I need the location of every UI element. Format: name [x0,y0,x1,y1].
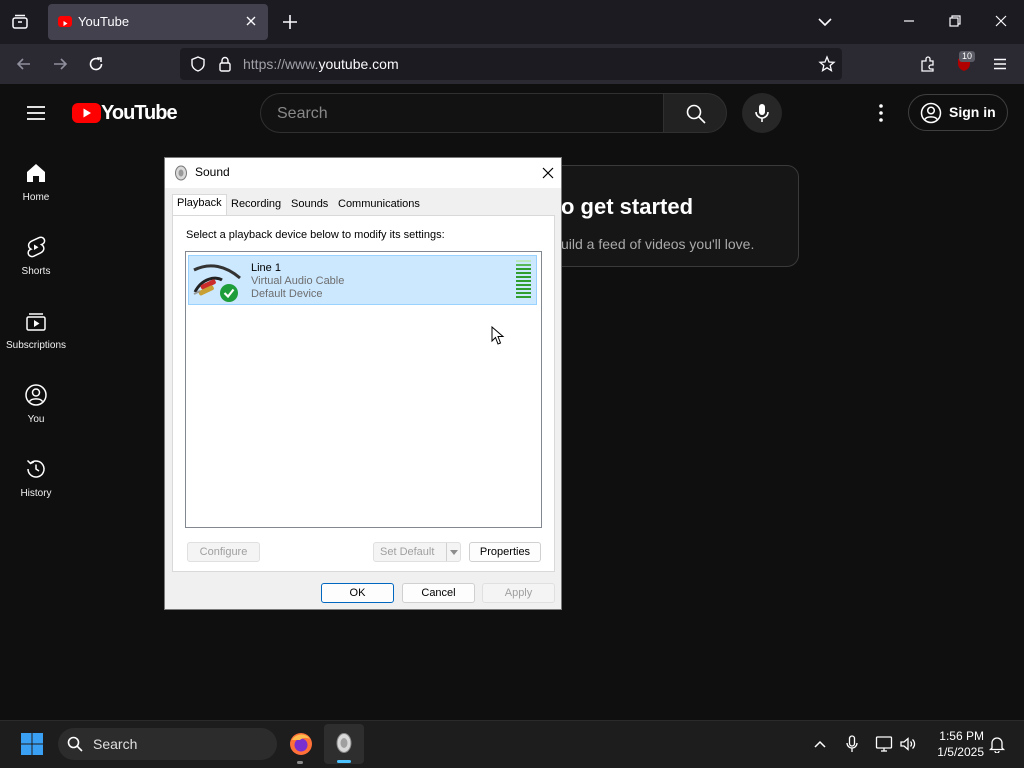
dialog-close-icon[interactable] [541,166,555,180]
sidebar-item-label: History [20,488,52,499]
forward-icon[interactable] [51,55,69,73]
network-icon[interactable] [875,735,893,753]
dialog-titlebar[interactable]: Sound [165,158,561,188]
browser-tab-bar: YouTube [0,0,1024,44]
account-icon [920,102,942,124]
device-list[interactable]: Line 1 Virtual Audio Cable Default Devic… [185,251,542,528]
mouse-cursor-icon [491,325,505,346]
youtube-search-box[interactable]: Search [260,93,663,133]
extensions-icon[interactable] [919,55,937,73]
app-menu-icon[interactable] [991,55,1009,73]
youtube-favicon-icon [58,16,72,27]
sidebar-item-shorts[interactable]: Shorts [0,232,72,306]
tab-title: YouTube [78,14,130,29]
microphone-icon [753,102,771,124]
device-description: Virtual Audio Cable [251,275,345,287]
taskbar-search-label: Search [93,736,138,752]
restore-icon[interactable] [948,14,962,28]
minimize-icon[interactable] [902,14,916,28]
sound-dialog: Sound Playback Recording Sounds Communic… [164,157,562,610]
tab-playback[interactable]: Playback [172,194,227,216]
bookmark-star-icon[interactable] [818,55,836,73]
clock-date[interactable]: 1/5/2025 [928,745,984,759]
audio-cable-icon [192,260,242,304]
cancel-button[interactable]: Cancel [402,583,475,603]
volume-meter [516,260,531,300]
url-text: https://www.youtube.com [243,56,399,72]
properties-button[interactable]: Properties [469,542,541,562]
list-all-tabs-icon[interactable] [817,14,833,30]
sidebar-item-label: Shorts [21,266,51,277]
sign-in-button[interactable]: Sign in [908,94,1008,131]
youtube-logo-text: YouTube [101,102,178,124]
voice-search-button[interactable] [742,93,782,133]
youtube-logo[interactable]: YouTube [72,102,178,126]
show-hidden-icons-chevron-icon[interactable] [812,736,828,752]
reload-icon[interactable] [87,55,105,73]
sidebar-item-subscriptions[interactable]: Subscriptions [0,306,72,380]
card-title: o get started [561,194,694,219]
tab-overview-icon[interactable] [10,12,30,32]
sound-active-indicator [337,760,351,763]
device-row-line-1[interactable]: Line 1 Virtual Audio Cable Default Devic… [188,255,537,305]
sign-in-label: Sign in [949,104,996,120]
set-default-button[interactable]: Set Default [373,542,461,562]
device-name: Line 1 [251,262,281,274]
instruction-text: Select a playback device below to modify… [186,229,445,241]
youtube-play-icon [72,103,101,123]
firefox-taskbar-icon[interactable] [288,731,314,757]
subscriptions-icon [24,309,48,333]
sidebar-item-history[interactable]: History [0,454,72,528]
sidebar-item-label: Subscriptions [5,340,67,351]
windows-start-icon[interactable] [20,732,44,756]
set-default-dropdown-icon[interactable] [446,543,460,561]
sidebar-item-label: Home [22,192,50,203]
search-input[interactable]: Search [277,105,328,123]
get-started-card: o get started uild a feed of videos you'… [540,165,799,267]
volume-icon[interactable] [899,735,917,753]
firefox-running-indicator [297,761,303,764]
sidebar-item-home[interactable]: Home [0,158,72,232]
back-icon[interactable] [15,55,33,73]
set-default-label: Set Default [380,546,435,558]
card-subtitle: uild a feed of videos you'll love. [561,236,755,252]
guide-menu-icon[interactable] [25,102,47,124]
ok-button[interactable]: OK [321,583,394,603]
history-icon [24,457,48,481]
shorts-icon [24,235,48,259]
tab-communications[interactable]: Communications [334,196,424,216]
search-icon [685,103,707,125]
you-icon [24,383,48,407]
device-status: Default Device [251,288,323,300]
youtube-search-button[interactable] [663,93,727,133]
sidebar-item-label: You [27,414,45,425]
tab-sounds[interactable]: Sounds [287,196,332,216]
dialog-title: Sound [195,165,230,179]
more-options-icon[interactable] [874,102,888,124]
search-icon [67,736,83,752]
tab-recording[interactable]: Recording [227,196,285,216]
url-domain: youtube.com [318,56,399,72]
taskbar-search-box[interactable]: Search [58,728,277,760]
browser-tab-youtube[interactable]: YouTube [48,4,268,40]
home-icon [24,161,48,185]
microphone-icon[interactable] [844,735,860,753]
speaker-app-icon [335,732,353,754]
close-window-icon[interactable] [994,14,1008,28]
close-tab-icon[interactable] [244,14,258,28]
clock-time[interactable]: 1:56 PM [934,729,984,743]
notification-bell-icon[interactable] [988,735,1006,754]
tracking-protection-shield-icon[interactable] [189,55,207,73]
speaker-app-icon [174,165,188,181]
url-prefix: https://www. [243,56,319,72]
configure-button[interactable]: Configure [187,542,260,562]
apply-button[interactable]: Apply [482,583,555,603]
new-tab-icon[interactable] [281,13,299,31]
extension-badge: 10 [959,51,976,62]
url-bar[interactable]: https://www.youtube.com [180,48,842,80]
lock-icon[interactable] [216,55,234,73]
sidebar-item-you[interactable]: You [0,380,72,454]
sound-taskbar-button[interactable] [324,724,364,764]
